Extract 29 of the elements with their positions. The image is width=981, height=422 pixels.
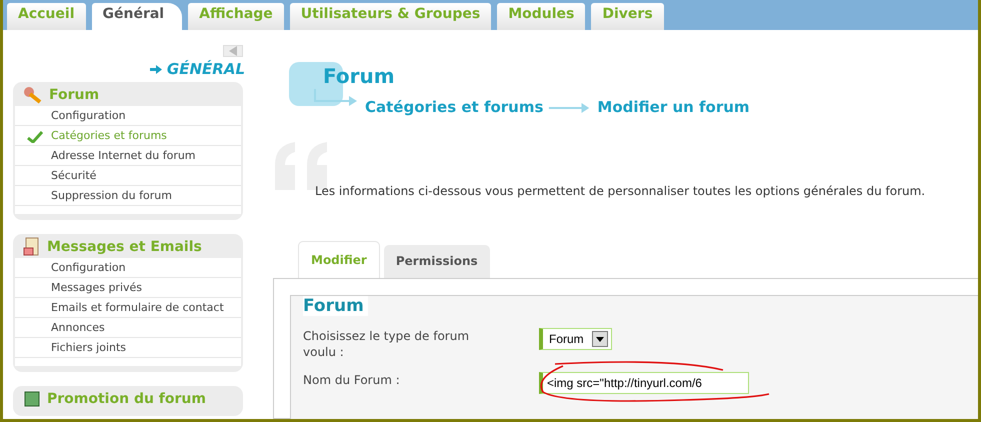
arrow-icon (150, 64, 162, 74)
caret-icon (596, 336, 604, 342)
page-title: Forum (323, 63, 396, 90)
menu-item[interactable]: Suppression du forum (15, 186, 241, 206)
fieldset-legend: Forum (303, 296, 368, 316)
panel-title: Forum (49, 87, 100, 103)
menu-item[interactable]: Configuration (15, 106, 241, 126)
menu-item[interactable]: Sécurité (15, 166, 241, 186)
field-label: Nom du Forum : (303, 372, 401, 388)
menu-item[interactable]: Emails et formulaire de contact (15, 298, 241, 318)
description-text: Les informations ci-dessous vous permettent de personnaliser toutes les options générales du forum. (315, 184, 926, 200)
type-select[interactable]: Forum (539, 328, 612, 350)
menu-item[interactable]: Fichiers joints (15, 338, 241, 358)
nav-tab[interactable]: Général (92, 3, 182, 30)
menu-item[interactable]: Adresse Internet du forum (15, 146, 241, 166)
collapse-button[interactable] (223, 45, 243, 57)
menu-item[interactable]: Configuration (15, 258, 241, 278)
field-label: Choisissez le type de forum voulu : (303, 328, 470, 360)
form-tab[interactable]: Permissions (384, 245, 490, 278)
menu-item[interactable]: Annonces (15, 318, 241, 338)
document-icon (23, 237, 41, 257)
menu-item[interactable]: Messages privés (15, 278, 241, 298)
checkmark-icon (27, 131, 43, 143)
section-heading: GÉNÉRAL (166, 60, 245, 78)
book-icon (23, 390, 41, 408)
panel-title: Promotion du forum (47, 391, 206, 407)
wrench-icon (23, 86, 43, 104)
name-input-field[interactable]: <img src="http://tinyurl.com/6 (539, 372, 749, 394)
panel-title: Messages et Emails (47, 239, 202, 255)
